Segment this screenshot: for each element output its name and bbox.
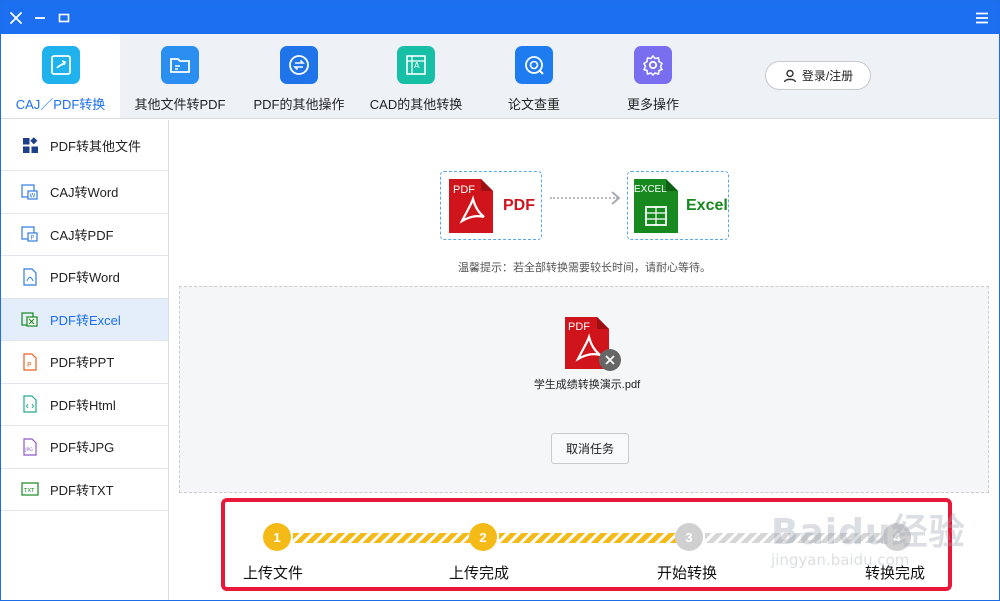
cancel-task-button[interactable]: 取消任务: [551, 433, 629, 464]
flow-arrow-line: [550, 197, 618, 199]
sidebar-item-pdf-to-html[interactable]: PDF转Html: [1, 384, 168, 426]
pdf-word-icon: [21, 268, 39, 286]
svg-text:TXT: TXT: [23, 488, 35, 494]
sidebar-item-pdf-to-ppt[interactable]: P PDF转PPT: [1, 341, 168, 384]
login-register-button[interactable]: 登录/注册: [765, 61, 871, 90]
arrow-right-icon: [611, 191, 621, 205]
sidebar-item-label: PDF转Word: [50, 270, 120, 286]
sidebar-item-label: CAJ转Word: [50, 185, 119, 201]
step-1-label: 上传文件: [243, 565, 304, 582]
step-4-label: 转换完成: [865, 565, 926, 582]
sidebar-item-label: CAJ转PDF: [50, 227, 114, 243]
sidebar-item-label: PDF转Excel: [50, 312, 121, 328]
tool-label: CAD的其他转换: [369, 97, 463, 112]
caj-word-icon: W: [21, 183, 39, 201]
source-format-label: PDF: [503, 196, 535, 214]
sidebar-item-pdf-to-word[interactable]: PDF转Word: [1, 256, 168, 299]
pdf-html-icon: [21, 395, 39, 413]
sidebar-item-pdf-to-other[interactable]: PDF转其他文件: [1, 120, 168, 171]
step-3-label: 开始转换: [657, 565, 718, 582]
tool-label: PDF的其他操作: [253, 97, 345, 112]
progress-segment-3: [705, 533, 883, 543]
pdf-badge: PDF: [453, 184, 475, 196]
pdf-jpg-icon: JPG: [21, 438, 39, 456]
source-format-box: PDF PDF: [440, 171, 542, 240]
maximize-icon[interactable]: [51, 1, 77, 34]
folder-icon: [161, 46, 199, 84]
step-2-dot: 2: [469, 523, 497, 551]
caj-pdf-icon: P: [21, 225, 39, 243]
step-4-dot: 4: [883, 523, 911, 551]
svg-text:A: A: [414, 61, 420, 70]
title-bar: [1, 1, 999, 34]
sidebar-item-label: PDF转Html: [50, 397, 116, 413]
tool-paper-check[interactable]: 论文查重: [474, 34, 594, 118]
tool-caj-pdf-convert[interactable]: CAJ／PDF转换: [1, 34, 120, 118]
tool-pdf-other-ops[interactable]: PDF的其他操作: [240, 34, 358, 118]
hamburger-menu-icon[interactable]: [969, 1, 995, 34]
sidebar-item-pdf-to-jpg[interactable]: JPG PDF转JPG: [1, 426, 168, 469]
top-toolbar: CAJ／PDF转换 其他文件转PDF PDF的其他操作 A CAD的其他转换 论…: [1, 34, 999, 119]
target-format-box: EXCEL Excel: [627, 171, 729, 240]
close-icon[interactable]: [3, 1, 29, 34]
step-1-dot: 1: [263, 523, 291, 551]
sidebar: PDF转其他文件 W CAJ转Word P CAJ转PDF PDF转Word P…: [1, 120, 169, 600]
tool-label: CAJ／PDF转换: [15, 97, 106, 112]
sidebar-item-pdf-to-txt[interactable]: TXT PDF转TXT: [1, 469, 168, 511]
tip-text: 温馨提示：若全部转换需要较长时间，请耐心等待。: [458, 262, 711, 274]
file-name: 学生成绩转换演示.pdf: [533, 379, 641, 391]
progress-segment-1: [293, 533, 471, 543]
sidebar-item-label: PDF转JPG: [50, 440, 115, 456]
file-drop-area[interactable]: PDF 学生成绩转换演示.pdf 取消任务: [179, 286, 989, 493]
svg-text:P: P: [27, 361, 31, 369]
step-3-dot: 3: [675, 523, 703, 551]
convert-doc-icon: [41, 46, 80, 84]
login-label: 登录/注册: [801, 69, 854, 83]
target-format-label: Excel: [686, 196, 728, 214]
sidebar-item-label: PDF转PPT: [50, 355, 115, 371]
tool-cad-convert[interactable]: A CAD的其他转换: [358, 34, 474, 118]
tool-more-ops[interactable]: 更多操作: [594, 34, 712, 118]
pdf-txt-icon: TXT: [21, 480, 39, 498]
sidebar-item-caj-to-pdf[interactable]: P CAJ转PDF: [1, 214, 168, 256]
app-window: CAJ／PDF转换 其他文件转PDF PDF的其他操作 A CAD的其他转换 论…: [0, 0, 1000, 601]
main-panel: PDF PDF EXCEL Excel 温馨提示：若全部转换需要较长时间，请耐心…: [170, 120, 999, 600]
uploaded-file: PDF: [563, 315, 621, 371]
remove-file-icon[interactable]: [599, 349, 621, 371]
step-2-label: 上传完成: [449, 565, 510, 582]
grid-apps-icon: [21, 136, 39, 154]
excel-badge: EXCEL: [634, 184, 667, 195]
svg-text:W: W: [30, 192, 36, 199]
sidebar-item-label: PDF转TXT: [50, 482, 114, 498]
gear-icon: [634, 46, 672, 84]
file-badge: PDF: [568, 321, 590, 333]
minimize-icon[interactable]: [27, 1, 53, 34]
sidebar-item-caj-to-word[interactable]: W CAJ转Word: [1, 171, 168, 214]
svg-text:JPG: JPG: [24, 447, 33, 453]
pdf-excel-icon: [21, 310, 39, 328]
sidebar-item-pdf-to-excel[interactable]: PDF转Excel: [1, 298, 168, 341]
sidebar-item-label: PDF转其他文件: [50, 138, 142, 154]
search-at-icon: [515, 46, 553, 84]
swap-arrows-icon: [280, 46, 318, 84]
progress-steps: 1 2 3 4 上传文件 上传完成 开始转换 转换完成: [221, 498, 952, 591]
tool-label: 更多操作: [626, 97, 679, 112]
progress-segment-2: [499, 533, 677, 543]
tool-label: 论文查重: [507, 97, 560, 112]
tool-label: 其他文件转PDF: [134, 97, 226, 112]
svg-text:P: P: [31, 235, 35, 242]
cad-drawing-icon: A: [397, 46, 435, 84]
user-icon: [783, 69, 797, 82]
pdf-ppt-icon: P: [21, 353, 39, 371]
tool-other-to-pdf[interactable]: 其他文件转PDF: [120, 34, 240, 118]
